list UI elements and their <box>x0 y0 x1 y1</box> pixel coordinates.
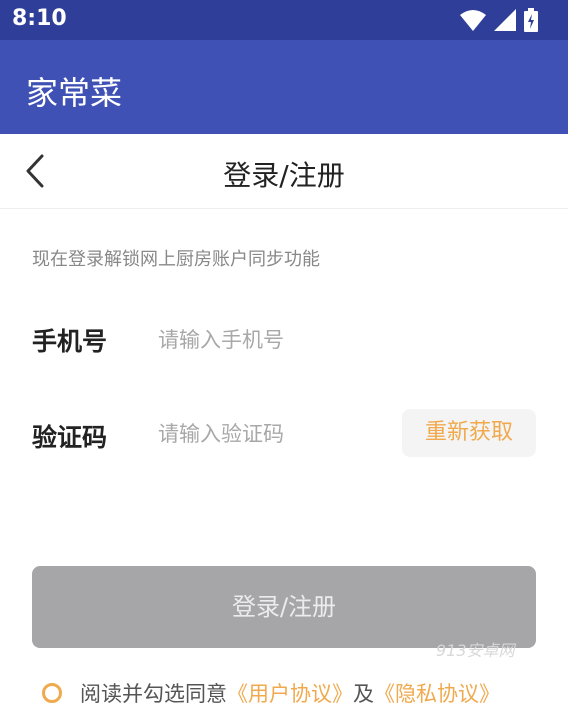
user-agreement-link[interactable]: 《用户协议》 <box>227 678 353 708</box>
signal-icon <box>494 9 516 31</box>
watermark: 913安卓网 <box>436 641 515 660</box>
agree-radio[interactable] <box>42 683 62 703</box>
status-time: 8:10 <box>12 6 67 31</box>
login-subtitle: 现在登录解锁网上厨房账户同步功能 <box>32 249 320 270</box>
page-title: 登录/注册 <box>223 159 345 192</box>
resend-code-button[interactable]: 重新获取 <box>402 409 536 457</box>
status-bar: 8:10 <box>0 0 568 40</box>
agreement-row: 阅读并勾选同意 《用户协议》 及 《隐私协议》 <box>42 678 500 708</box>
agreement-prefix: 阅读并勾选同意 <box>80 682 227 706</box>
code-input[interactable] <box>158 414 388 454</box>
agreement-and: 及 <box>353 682 374 706</box>
page-header: 登录/注册 <box>0 134 568 209</box>
battery-icon <box>524 8 538 32</box>
status-icons <box>460 8 538 32</box>
wifi-icon <box>460 10 486 31</box>
code-label: 验证码 <box>32 423 108 452</box>
login-register-button[interactable]: 登录/注册 <box>32 566 536 648</box>
phone-input[interactable] <box>158 320 388 360</box>
app-title: 家常菜 <box>26 74 123 112</box>
app-bar: 家常菜 <box>0 40 568 134</box>
privacy-agreement-link[interactable]: 《隐私协议》 <box>374 678 500 708</box>
phone-label: 手机号 <box>32 327 108 356</box>
